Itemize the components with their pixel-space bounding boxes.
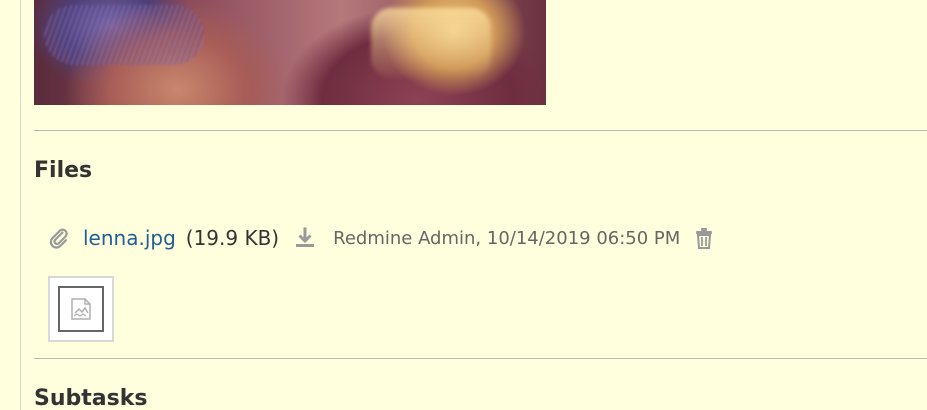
- attachment-file-link[interactable]: lenna.jpg: [83, 226, 176, 250]
- paperclip-icon: [45, 224, 73, 252]
- trash-icon[interactable]: [692, 224, 716, 252]
- attachment-file-size: (19.9 KB): [185, 226, 280, 250]
- section-divider-bottom: [34, 358, 927, 359]
- attachment-author-date: Redmine Admin, 10/14/2019 06:50 PM: [333, 227, 681, 249]
- issue-page: Files lenna.jpg (19.9 KB) Redmine Admin,…: [0, 0, 927, 410]
- files-heading: Files: [34, 158, 93, 183]
- subtasks-heading: Subtasks: [34, 386, 148, 410]
- lenna-image-preview: [34, 0, 546, 105]
- attachment-row: lenna.jpg (19.9 KB) Redmine Admin, 10/14…: [45, 224, 716, 252]
- download-icon[interactable]: [291, 224, 319, 252]
- broken-image-icon: [58, 286, 104, 332]
- content-left-border: [20, 0, 21, 410]
- attachment-thumbnail[interactable]: [48, 276, 114, 342]
- section-divider-top: [34, 130, 927, 131]
